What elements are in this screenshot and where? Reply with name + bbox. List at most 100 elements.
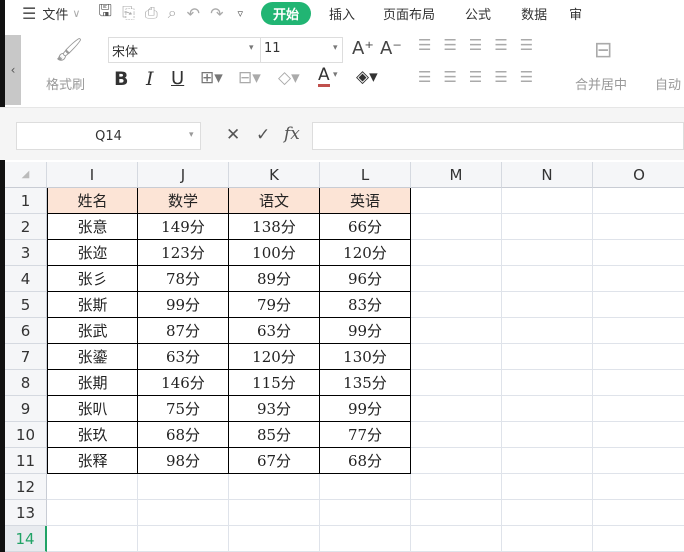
cell-K5[interactable]: 79分	[229, 292, 320, 318]
cell-L12[interactable]	[320, 474, 411, 500]
font-name-dropdown-icon[interactable]: ▾	[249, 43, 254, 53]
font-size-dropdown-icon[interactable]: ▾	[333, 43, 338, 53]
cell-O7[interactable]	[593, 344, 684, 370]
decrease-font-icon[interactable]: A⁻	[380, 38, 402, 59]
merge-center-button[interactable]: 合并居中	[575, 74, 627, 93]
tab-insert[interactable]: 插入	[329, 4, 355, 23]
cell-N7[interactable]	[502, 344, 593, 370]
cell-J4[interactable]: 78分	[138, 266, 229, 292]
cell-L11[interactable]: 68分	[320, 448, 411, 474]
row-header-11[interactable]: 11	[5, 448, 47, 474]
cell-M3[interactable]	[411, 240, 502, 266]
cell-I2[interactable]: 张意	[47, 214, 138, 240]
insert-function-button[interactable]: fx	[284, 124, 300, 144]
cell-J8[interactable]: 146分	[138, 370, 229, 396]
cell-L3[interactable]: 120分	[320, 240, 411, 266]
cell-L1[interactable]: 英语	[320, 188, 411, 214]
tab-data[interactable]: 数据	[521, 4, 547, 23]
cell-O12[interactable]	[593, 474, 684, 500]
row-header-12[interactable]: 12	[5, 474, 47, 500]
undo-icon[interactable]: ↶	[187, 4, 200, 23]
cell-M14[interactable]	[411, 526, 502, 552]
cell-O10[interactable]	[593, 422, 684, 448]
row-header-1[interactable]: 1	[5, 188, 47, 214]
tab-formula[interactable]: 公式	[465, 4, 491, 23]
cell-L9[interactable]: 99分	[320, 396, 411, 422]
cell-N8[interactable]	[502, 370, 593, 396]
cell-N1[interactable]	[502, 188, 593, 214]
merge-center-icon[interactable]: ⊟	[594, 38, 612, 63]
name-box[interactable]: Q14	[16, 122, 201, 150]
cell-I10[interactable]: 张玖	[47, 422, 138, 448]
cell-K7[interactable]: 120分	[229, 344, 320, 370]
row-header-8[interactable]: 8	[5, 370, 47, 396]
row-header-9[interactable]: 9	[5, 396, 47, 422]
cell-M10[interactable]	[411, 422, 502, 448]
tab-review[interactable]: 审	[569, 4, 582, 23]
print-preview-icon[interactable]: ⌕	[168, 3, 177, 23]
cell-J7[interactable]: 63分	[138, 344, 229, 370]
format-painter-icon[interactable]: 🖌	[55, 38, 83, 63]
cell-J3[interactable]: 123分	[138, 240, 229, 266]
cell-N9[interactable]	[502, 396, 593, 422]
alignment-horizontal-icons[interactable]: ☰☰☰☰☰	[418, 68, 545, 86]
cell-M13[interactable]	[411, 500, 502, 526]
border-icon[interactable]: ⊞▾	[200, 68, 223, 88]
cell-N3[interactable]	[502, 240, 593, 266]
cell-O11[interactable]	[593, 448, 684, 474]
italic-icon[interactable]: I	[146, 68, 154, 90]
cell-O3[interactable]	[593, 240, 684, 266]
cell-L10[interactable]: 77分	[320, 422, 411, 448]
cell-O6[interactable]	[593, 318, 684, 344]
hamburger-menu-icon[interactable]: ☰	[22, 4, 36, 23]
collapse-ribbon-button[interactable]: ‹	[5, 35, 21, 105]
cell-N6[interactable]	[502, 318, 593, 344]
cell-L8[interactable]: 135分	[320, 370, 411, 396]
cell-O8[interactable]	[593, 370, 684, 396]
cell-K11[interactable]: 67分	[229, 448, 320, 474]
cell-I8[interactable]: 张期	[47, 370, 138, 396]
font-size-select[interactable]: 11	[264, 41, 281, 56]
auto-wrap-button[interactable]: 自动	[655, 74, 681, 93]
row-header-2[interactable]: 2	[5, 214, 47, 240]
cell-J11[interactable]: 98分	[138, 448, 229, 474]
cancel-icon[interactable]: ✕	[226, 125, 240, 145]
cell-J9[interactable]: 75分	[138, 396, 229, 422]
cell-O13[interactable]	[593, 500, 684, 526]
tab-home[interactable]: 开始	[261, 1, 312, 25]
cell-J1[interactable]: 数学	[138, 188, 229, 214]
file-menu[interactable]: 文件	[42, 4, 68, 23]
tab-page-layout[interactable]: 页面布局	[383, 4, 435, 23]
column-header-K[interactable]: K	[229, 162, 320, 188]
cell-J12[interactable]	[138, 474, 229, 500]
cell-L7[interactable]: 130分	[320, 344, 411, 370]
cell-N13[interactable]	[502, 500, 593, 526]
column-header-M[interactable]: M	[411, 162, 502, 188]
column-header-N[interactable]: N	[502, 162, 593, 188]
cell-L13[interactable]	[320, 500, 411, 526]
cell-K2[interactable]: 138分	[229, 214, 320, 240]
cell-I7[interactable]: 张鎏	[47, 344, 138, 370]
row-header-13[interactable]: 13	[5, 500, 47, 526]
cell-J10[interactable]: 68分	[138, 422, 229, 448]
cell-O1[interactable]	[593, 188, 684, 214]
cell-O5[interactable]	[593, 292, 684, 318]
cell-L14[interactable]	[320, 526, 411, 552]
cell-M5[interactable]	[411, 292, 502, 318]
cell-N14[interactable]	[502, 526, 593, 552]
row-header-5[interactable]: 5	[5, 292, 47, 318]
cell-K8[interactable]: 115分	[229, 370, 320, 396]
cell-K4[interactable]: 89分	[229, 266, 320, 292]
font-color-dropdown-icon[interactable]: ▾	[333, 70, 338, 80]
row-header-4[interactable]: 4	[5, 266, 47, 292]
column-header-J[interactable]: J	[138, 162, 229, 188]
cell-M6[interactable]	[411, 318, 502, 344]
cell-L2[interactable]: 66分	[320, 214, 411, 240]
cell-I12[interactable]	[47, 474, 138, 500]
cell-I1[interactable]: 姓名	[47, 188, 138, 214]
fill-color-icon[interactable]: ◇▾	[278, 68, 300, 88]
column-header-O[interactable]: O	[593, 162, 684, 188]
bold-icon[interactable]: B	[114, 68, 128, 90]
cell-N5[interactable]	[502, 292, 593, 318]
cell-K6[interactable]: 63分	[229, 318, 320, 344]
